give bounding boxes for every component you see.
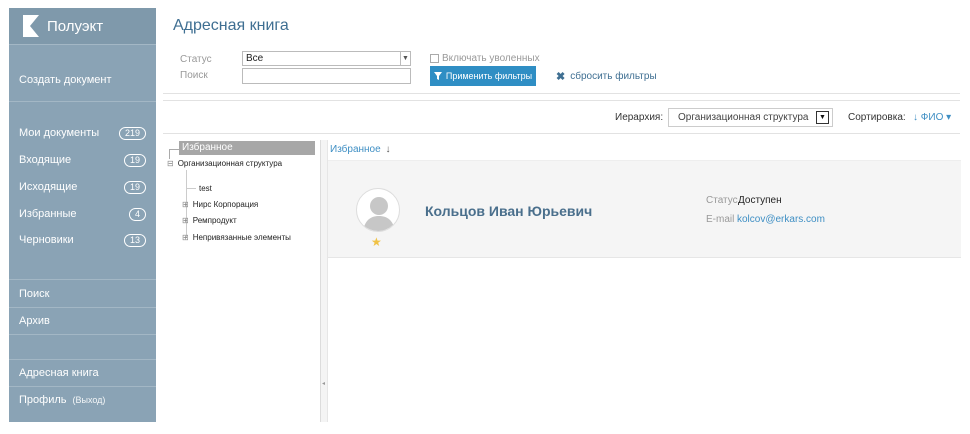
hierarchy-select-value: Организационная структура [678,112,809,123]
sidebar-divider [9,44,156,45]
sidebar-item-label: Адресная книга [19,367,99,379]
contact-card[interactable]: ★ Кольцов Иван Юрьевич Статус Доступен E… [328,160,961,258]
sidebar-item-label: Мои документы [19,127,100,139]
tree-node-org-structure[interactable]: ⊟ Организационная структура [167,159,282,168]
create-document-link[interactable]: Создать документ [19,70,146,90]
count-badge: 19 [123,180,146,194]
expand-icon[interactable]: ⊞ [182,216,189,225]
create-document-label: Создать документ [19,74,112,86]
sidebar-item-outgoing[interactable]: Исходящие 19 [19,177,146,197]
search-label: Поиск [180,70,208,81]
tree-node-unlinked[interactable]: ⊞ Непривязанные элементы [182,233,291,242]
sidebar-divider [9,334,156,335]
search-input[interactable] [242,68,411,84]
hierarchy-toolbar: Иерархия: Организационная структура ▼ Со… [163,100,960,134]
sidebar-item-my-documents[interactable]: Мои документы 219 [19,123,146,143]
count-badge: 19 [123,153,146,167]
org-tree-panel: Избранное ⊟ Организационная структура te… [163,140,321,422]
email-link[interactable]: kolcov@erkars.com [737,214,825,225]
status-field-value: Доступен [738,195,782,206]
contact-name[interactable]: Кольцов Иван Юрьевич [425,203,592,219]
sidebar-divider [9,386,156,387]
sidebar: Полуэкт Создать документ Мои документы 2… [9,8,156,422]
sort-label: Сортировка: [848,112,906,123]
close-icon: ✖ [556,71,566,83]
sidebar-item-archive[interactable]: Архив [19,311,146,331]
sidebar-divider [9,279,156,280]
status-select-value: Все [246,53,264,64]
main-content: Адресная книга Статус Все ▼ Поиск Включа… [163,8,961,422]
hierarchy-label: Иерархия: [615,112,664,123]
sidebar-item-label: Профиль [19,394,67,406]
arrow-down-icon: ↓ [385,144,391,155]
email-field-label: E-mail [706,214,735,225]
status-select[interactable]: Все ▼ [242,51,411,66]
tree-favorites-node[interactable]: Избранное [179,141,315,155]
expand-icon[interactable]: ⊞ [182,233,189,242]
sidebar-item-favorites[interactable]: Избранные 4 [19,204,146,224]
chevron-down-icon: ▼ [816,111,829,124]
hierarchy-select[interactable]: Организационная структура ▼ [668,108,833,127]
tree-node-nirs-corporation[interactable]: ⊞ Нирс Корпорация [182,200,258,209]
tree-node-test[interactable]: test [199,184,212,193]
reset-filters-link[interactable]: ✖ сбросить фильтры [556,70,657,83]
tree-node-label: Непривязанные элементы [192,233,291,242]
sidebar-divider [9,359,156,360]
logout-link[interactable]: (Выход) [73,395,106,405]
sidebar-item-label: Черновики [19,234,74,246]
app-root: Полуэкт Создать документ Мои документы 2… [0,0,970,434]
tree-node-label: test [199,184,212,193]
sidebar-item-label: Архив [19,315,50,327]
expand-icon[interactable]: ⊞ [182,200,189,209]
sidebar-item-incoming[interactable]: Входящие 19 [19,150,146,170]
contact-list-panel: Избранное ↓ ★ Кольцов Иван Юрьевич Стату… [327,140,961,422]
tree-connector [186,188,196,189]
filter-panel: Адресная книга Статус Все ▼ Поиск Включа… [163,8,960,94]
breadcrumb[interactable]: Избранное ↓ [330,144,390,155]
sidebar-item-label: Поиск [19,288,50,300]
chevron-down-icon: ▼ [400,52,410,65]
sidebar-divider [9,101,156,102]
include-fired-checkbox[interactable]: Включать уволенных [430,53,540,64]
sidebar-item-address-book[interactable]: Адресная книга [19,363,146,383]
sidebar-item-label: Избранные [19,208,77,220]
tree-node-label: Нирс Корпорация [192,200,259,209]
reset-filters-label: сбросить фильтры [570,71,657,82]
collapse-icon[interactable]: ⊟ [167,159,174,168]
sort-by-name-link[interactable]: ↓ ФИО ▾ [913,112,951,123]
status-label: Статус [180,54,212,65]
count-badge: 4 [128,207,146,221]
avatar [356,188,400,232]
brand-title: Полуэкт [47,17,104,35]
checkbox-box[interactable] [430,54,439,63]
tree-node-remproduct[interactable]: ⊞ Ремпродукт [182,216,237,225]
logo-icon [23,15,39,37]
page-title: Адресная книга [173,17,289,34]
count-badge: 13 [123,233,146,247]
status-field-label: Статус [706,195,738,206]
breadcrumb-label: Избранное [330,144,381,155]
sidebar-item-drafts[interactable]: Черновики 13 [19,230,146,250]
favorite-star-icon[interactable]: ★ [371,235,382,249]
apply-filters-button[interactable]: Применить фильтры [430,66,536,86]
tree-node-label: Организационная структура [177,159,283,168]
sidebar-divider [9,307,156,308]
splitter-grip-icon: ◂ [322,381,326,387]
sidebar-item-label: Входящие [19,154,72,166]
filter-icon [433,72,442,80]
tree-node-label: Ремпродукт [192,216,237,225]
sidebar-item-profile[interactable]: Профиль (Выход) [19,390,146,410]
user-icon [363,197,395,231]
include-fired-label: Включать уволенных [442,53,540,64]
sidebar-item-label: Исходящие [19,181,78,193]
count-badge: 219 [118,126,146,140]
brand[interactable]: Полуэкт [9,8,156,44]
apply-filters-label: Применить фильтры [445,71,533,81]
sidebar-item-search[interactable]: Поиск [19,284,146,304]
